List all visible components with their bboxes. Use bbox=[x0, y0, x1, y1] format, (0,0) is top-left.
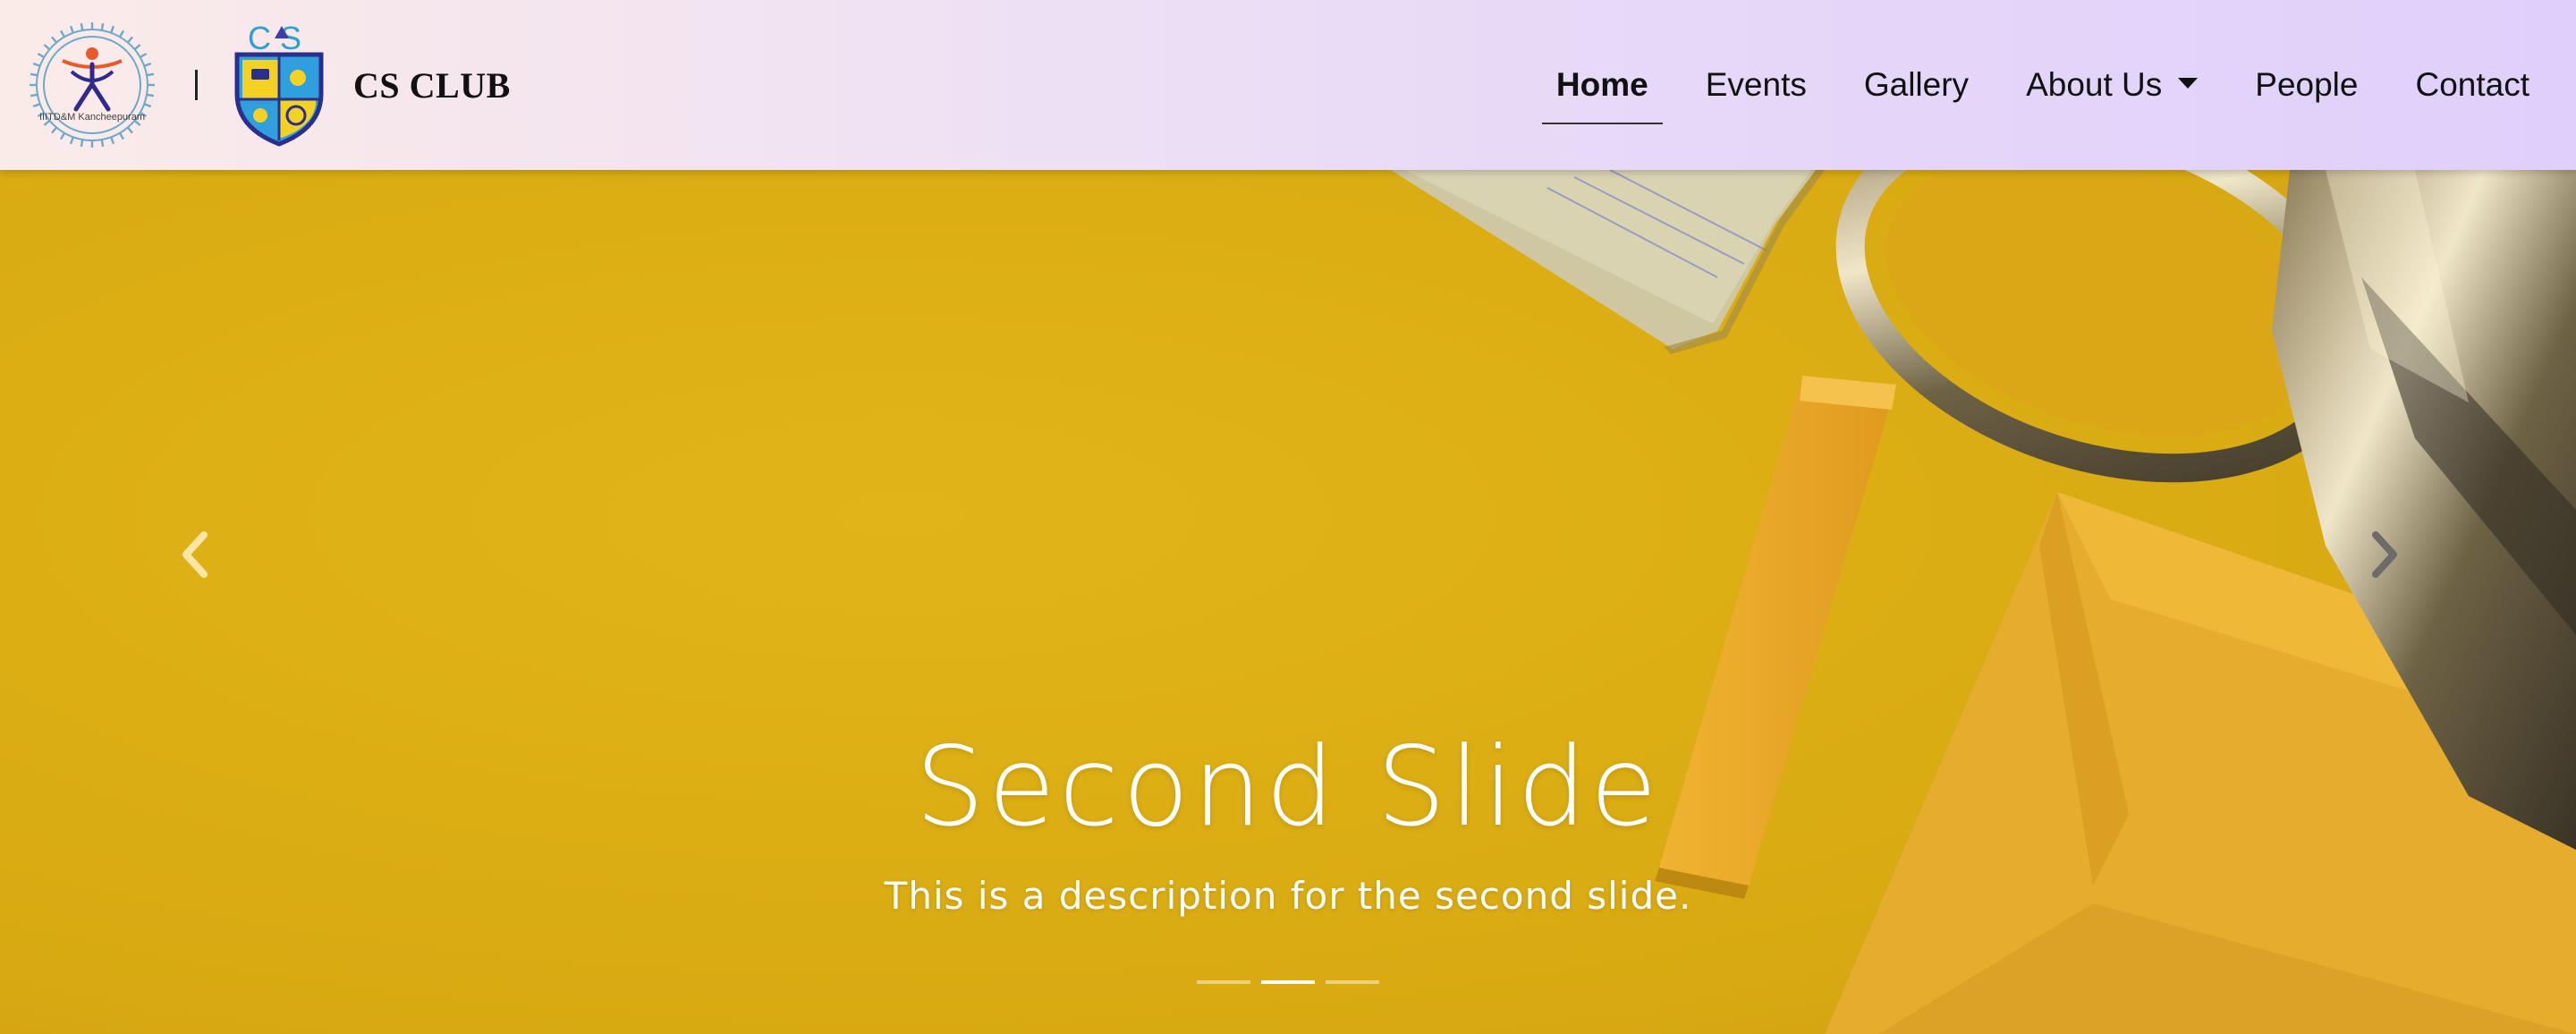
chevron-right-icon bbox=[2372, 531, 2397, 578]
carousel-indicator-2[interactable] bbox=[1261, 980, 1315, 984]
nav-link-people[interactable]: People bbox=[2241, 0, 2372, 170]
institute-logo[interactable]: IIITD&M Kancheepuram bbox=[27, 20, 157, 150]
brand-name[interactable]: CS CLUB bbox=[353, 64, 511, 106]
nav-link-gallery[interactable]: Gallery bbox=[1850, 0, 1983, 170]
club-logo[interactable]: CS bbox=[230, 22, 328, 148]
carousel-next-button[interactable] bbox=[2322, 492, 2447, 617]
active-underline bbox=[1541, 123, 1663, 124]
navbar: IIITD&M Kancheepuram CS CS CLUB Home Eve… bbox=[0, 0, 2576, 170]
carousel-prev-button[interactable] bbox=[132, 492, 258, 617]
carousel-indicator-1[interactable] bbox=[1197, 980, 1250, 984]
nav-link-about-us-label: About Us bbox=[2026, 66, 2163, 103]
nav-item-about-us: About Us bbox=[2012, 0, 2212, 170]
nav-item-events: Events bbox=[1691, 0, 1821, 170]
brand-divider bbox=[195, 70, 198, 100]
nav-link-events[interactable]: Events bbox=[1691, 0, 1821, 170]
brand[interactable]: IIITD&M Kancheepuram CS CS CLUB bbox=[27, 20, 511, 150]
chevron-left-icon bbox=[182, 531, 208, 578]
nav-dropdown-about-us[interactable]: About Us bbox=[2012, 0, 2212, 170]
nav-item-gallery: Gallery bbox=[1850, 0, 1983, 170]
slide-title: Second Slide bbox=[915, 724, 1661, 851]
institute-logo-text: IIITD&M Kancheepuram bbox=[39, 112, 145, 123]
carousel-indicator-3[interactable] bbox=[1326, 980, 1379, 984]
slide-description: This is a description for the second sli… bbox=[884, 874, 1692, 918]
carousel-indicators bbox=[0, 980, 2576, 984]
nav-item-home: Home bbox=[1541, 0, 1663, 170]
nav-link-contact[interactable]: Contact bbox=[2401, 0, 2544, 170]
hero-carousel: Second Slide This is a description for t… bbox=[0, 170, 2576, 1034]
nav-link-home[interactable]: Home bbox=[1542, 0, 1663, 170]
caret-down-icon bbox=[2178, 78, 2199, 89]
nav-menu: Home Events Gallery About Us People Cont… bbox=[1513, 0, 2544, 170]
club-logo-text: CS bbox=[248, 22, 310, 56]
nav-item-contact: Contact bbox=[2401, 0, 2544, 170]
nav-item-people: People bbox=[2241, 0, 2372, 170]
slide-caption: Second Slide This is a description for t… bbox=[0, 720, 2576, 918]
